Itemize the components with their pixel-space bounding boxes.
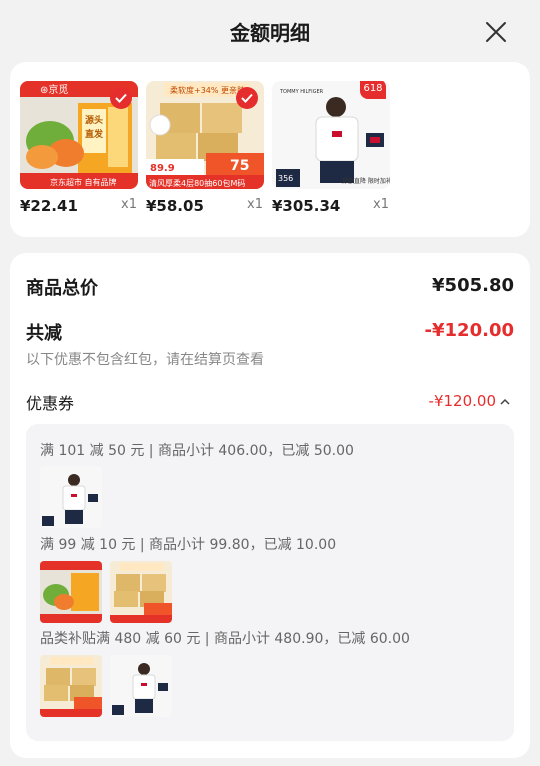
products-card: ⊛京觅 源头 直发 京东超市 自有品牌 ¥22.41 x1 柔软度+34% 更亲… (10, 62, 530, 237)
product-price: ¥22.41 (20, 197, 78, 215)
coupon-value: -¥120.00 (428, 392, 496, 410)
svg-text:356: 356 (278, 174, 293, 183)
header: 金额明细 (0, 0, 540, 62)
tissue-pack-thumbnail (40, 655, 102, 717)
coupon-label: 优惠券 (26, 394, 75, 413)
svg-text:柔软度+34% 更亲肤: 柔软度+34% 更亲肤 (170, 85, 245, 95)
discount-value: -¥120.00 (424, 320, 514, 341)
coupon-detail-panel: 满 101 减 50 元 | 商品小计 406.00，已减 50.00 满 99… (26, 424, 514, 741)
coupon-rule-text: 品类补贴满 480 减 60 元 | 商品小计 480.90，已减 60.00 (40, 631, 410, 647)
discount-label: 共减 (26, 323, 62, 344)
selected-check-icon (236, 87, 258, 109)
coupon-rule-text: 满 101 减 50 元 | 商品小计 406.00，已减 50.00 (40, 443, 354, 459)
page-title: 金额明细 (230, 21, 310, 45)
chevron-up-icon (500, 395, 510, 408)
svg-text:⊛京觅: ⊛京觅 (40, 83, 68, 96)
product-item-melon[interactable]: ⊛京觅 源头 直发 京东超市 自有品牌 ¥22.41 x1 (20, 81, 138, 215)
total-value: ¥505.80 (432, 275, 514, 296)
product-price: ¥305.34 (272, 197, 341, 215)
melon-box-thumbnail: ⊛京觅 源头 直发 京东超市 自有品牌 (20, 81, 138, 189)
product-qty: x1 (247, 197, 263, 212)
tissue-pack-thumbnail: 柔软度+34% 更亲肤 89.9 75 清风厚柔4层80抽60包M码 (146, 81, 264, 189)
product-price: ¥58.05 (146, 197, 204, 215)
amount-detail-card: 商品总价 ¥505.80 共减 -¥120.00 以下优惠不包含红包，请在结算页… (10, 253, 530, 758)
svg-text:撑欧直降 限时加补: 撑欧直降 限时加补 (342, 177, 390, 185)
svg-text:TOMMY HILFIGER: TOMMY HILFIGER (279, 89, 324, 95)
svg-text:89.9: 89.9 (150, 163, 175, 174)
badge-618: 618 (360, 81, 386, 99)
melon-box-thumbnail (40, 561, 102, 623)
tshirt-model-thumbnail: TOMMY HILFIGER 356 撑欧直降 限时加补 618 (272, 81, 390, 189)
coupon-rule-text: 满 99 减 10 元 | 商品小计 99.80，已减 10.00 (40, 537, 337, 553)
svg-text:源头: 源头 (85, 114, 103, 126)
total-label: 商品总价 (26, 278, 98, 299)
tshirt-model-thumbnail (110, 655, 172, 717)
tissue-pack-thumbnail (110, 561, 172, 623)
product-item-tshirt[interactable]: TOMMY HILFIGER 356 撑欧直降 限时加补 618 ¥305.34… (272, 81, 390, 215)
product-qty: x1 (121, 197, 137, 212)
product-qty: x1 (373, 197, 389, 212)
discount-note: 以下优惠不包含红包，请在结算页查看 (26, 352, 264, 368)
tshirt-model-thumbnail (40, 466, 102, 528)
selected-check-icon (110, 87, 132, 109)
close-icon[interactable] (484, 20, 508, 44)
svg-text:75: 75 (230, 158, 249, 174)
svg-text:清风厚柔4层80抽60包M码: 清风厚柔4层80抽60包M码 (149, 178, 245, 188)
product-item-tissue[interactable]: 柔软度+34% 更亲肤 89.9 75 清风厚柔4层80抽60包M码 ¥58.0… (146, 81, 264, 215)
coupon-toggle[interactable]: -¥120.00 (429, 392, 510, 410)
svg-text:京东超市 自有品牌: 京东超市 自有品牌 (50, 177, 117, 187)
svg-text:直发: 直发 (85, 128, 104, 140)
